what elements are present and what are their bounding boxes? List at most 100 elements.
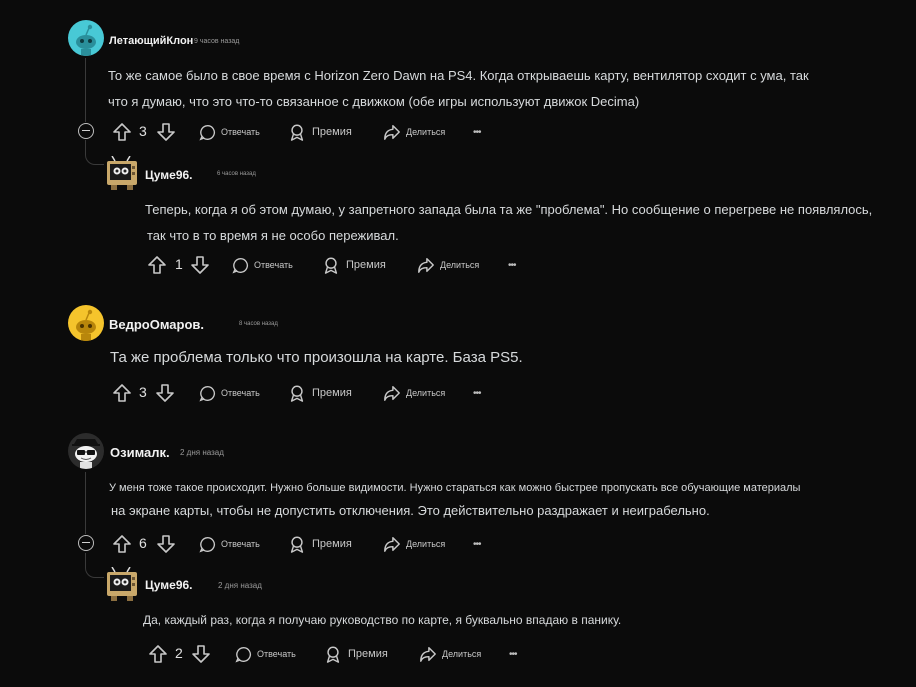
- more-options-button[interactable]: •••: [473, 532, 481, 556]
- comment-actions: 6 Отвечать Премия Делиться •••: [112, 532, 512, 556]
- share-icon: [420, 646, 436, 662]
- username[interactable]: ЛетающийКлон: [109, 35, 193, 47]
- award-icon: [290, 385, 304, 402]
- award-icon: [290, 124, 304, 141]
- thread-line-c4: [85, 472, 86, 534]
- collapse-thread-button[interactable]: [78, 123, 94, 139]
- vote-count: 3: [139, 123, 147, 139]
- more-options-button[interactable]: •••: [473, 120, 481, 144]
- comment-line: Да, каждый раз, когда я получаю руководс…: [143, 613, 622, 627]
- comment-line: так что в то время я не особо переживал.: [147, 228, 399, 243]
- avatar[interactable]: [68, 20, 104, 56]
- comment-bubble-icon: [199, 385, 216, 402]
- username[interactable]: Озималк.: [110, 445, 170, 460]
- timestamp[interactable]: 8 часов назад: [239, 321, 278, 327]
- upvote-button[interactable]: [112, 381, 132, 405]
- avatar[interactable]: [105, 156, 139, 190]
- award-icon: [324, 257, 338, 274]
- award-button[interactable]: Премия: [324, 642, 388, 666]
- downvote-icon: [156, 384, 174, 402]
- comment-line: Теперь, когда я об этом думаю, у запретн…: [145, 202, 873, 217]
- downvote-button[interactable]: [155, 381, 175, 405]
- reply-button[interactable]: Отвечать: [199, 532, 260, 556]
- avatar[interactable]: [68, 305, 104, 341]
- timestamp[interactable]: 9 часов назад: [194, 38, 239, 45]
- comment-actions: 1 Отвечать Премия Делиться •••: [147, 253, 547, 277]
- downvote-button[interactable]: [191, 642, 211, 666]
- reply-label: Отвечать: [221, 127, 260, 137]
- award-icon: [290, 536, 304, 553]
- more-options-button[interactable]: •••: [473, 381, 481, 405]
- share-icon: [384, 385, 400, 401]
- downvote-button[interactable]: [190, 253, 210, 277]
- snoo-sunglasses-avatar-icon: [72, 439, 100, 469]
- downvote-button[interactable]: [156, 532, 176, 556]
- reply-label: Отвечать: [254, 260, 293, 270]
- reply-button[interactable]: Отвечать: [199, 120, 260, 144]
- avatar[interactable]: [105, 567, 139, 601]
- timestamp[interactable]: 2 дня назад: [180, 448, 224, 457]
- username[interactable]: Цуме96.: [145, 168, 193, 182]
- collapse-thread-button[interactable]: [78, 535, 94, 551]
- comment-actions: 3 Отвечать Премия Делиться •••: [112, 381, 512, 405]
- reply-button[interactable]: Отвечать: [199, 381, 260, 405]
- award-label: Премия: [348, 648, 388, 660]
- comment-bubble-icon: [199, 124, 216, 141]
- reddit-snoo-yellow-avatar-icon: [76, 309, 96, 341]
- share-icon: [418, 257, 434, 273]
- upvote-button[interactable]: [147, 253, 167, 277]
- comment-bubble-icon: [235, 646, 252, 663]
- upvote-button[interactable]: [112, 120, 132, 144]
- downvote-icon: [192, 645, 210, 663]
- share-icon: [384, 536, 400, 552]
- downvote-icon: [157, 123, 175, 141]
- award-label: Премия: [312, 126, 352, 138]
- award-button[interactable]: Премия: [288, 120, 352, 144]
- timestamp[interactable]: 6 часов назад: [217, 171, 256, 177]
- share-label: Делиться: [406, 388, 446, 398]
- reply-label: Отвечать: [221, 388, 260, 398]
- reply-button[interactable]: Отвечать: [232, 253, 293, 277]
- upvote-button[interactable]: [148, 642, 168, 666]
- award-label: Премия: [346, 259, 386, 271]
- reply-label: Отвечать: [257, 649, 296, 659]
- username[interactable]: Цуме96.: [145, 578, 193, 592]
- share-label: Делиться: [406, 127, 446, 137]
- more-options-icon: •••: [508, 259, 516, 271]
- comment-body: У меня тоже такое происходит. Нужно боль…: [109, 475, 800, 521]
- award-label: Премия: [312, 387, 352, 399]
- share-button[interactable]: Делиться: [383, 120, 445, 144]
- downvote-icon: [191, 256, 209, 274]
- more-options-button[interactable]: •••: [508, 253, 516, 277]
- reply-button[interactable]: Отвечать: [235, 642, 296, 666]
- downvote-icon: [157, 535, 175, 553]
- share-label: Делиться: [406, 539, 446, 549]
- upvote-button[interactable]: [112, 532, 132, 556]
- share-button[interactable]: Делиться: [417, 253, 479, 277]
- more-options-button[interactable]: •••: [509, 642, 517, 666]
- award-button[interactable]: Премия: [288, 381, 352, 405]
- thread-line-c1: [85, 58, 86, 122]
- comment-line: что я думаю, что это что-то связанное с …: [108, 94, 640, 109]
- comment-body: Та же проблема только что произошла на к…: [110, 345, 523, 371]
- upvote-icon: [113, 535, 131, 553]
- award-button[interactable]: Премия: [288, 532, 352, 556]
- reddit-snoo-teal-avatar-icon: [76, 24, 96, 56]
- thread-elbow-c5: [85, 553, 104, 578]
- share-button[interactable]: Делиться: [383, 381, 445, 405]
- timestamp[interactable]: 2 дня назад: [218, 581, 262, 590]
- share-button[interactable]: Делиться: [383, 532, 445, 556]
- more-options-icon: •••: [509, 648, 517, 660]
- upvote-icon: [148, 256, 166, 274]
- comment-line: Та же проблема только что произошла на к…: [110, 349, 523, 366]
- avatar[interactable]: [68, 433, 104, 469]
- more-options-icon: •••: [473, 126, 481, 138]
- username[interactable]: ВедроОмаров.: [109, 317, 204, 332]
- downvote-button[interactable]: [156, 120, 176, 144]
- share-button[interactable]: Делиться: [419, 642, 481, 666]
- vote-count: 2: [175, 645, 183, 661]
- comment-body: Теперь, когда я об этом думаю, у запретн…: [145, 197, 872, 249]
- comment-bubble-icon: [199, 536, 216, 553]
- award-button[interactable]: Премия: [322, 253, 386, 277]
- thread-elbow-c2: [85, 140, 104, 165]
